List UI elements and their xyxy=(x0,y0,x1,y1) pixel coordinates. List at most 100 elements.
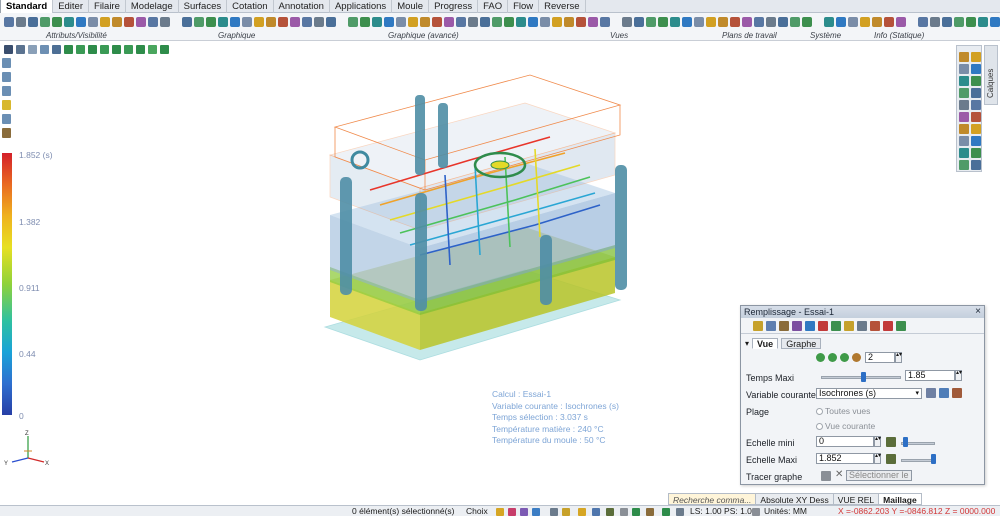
ribbon-tab-editer[interactable]: Editer xyxy=(53,0,90,13)
toolbar-tool-icon[interactable] xyxy=(576,17,586,27)
home-icon[interactable] xyxy=(620,508,628,516)
database-add-icon[interactable] xyxy=(2,86,11,96)
light-icon[interactable] xyxy=(562,508,570,516)
toolbar-tool-icon[interactable] xyxy=(372,17,382,27)
collapse-icon[interactable]: ▾ xyxy=(745,339,749,348)
toolbar-tool-icon[interactable] xyxy=(88,17,98,27)
toolbar-tool-icon[interactable] xyxy=(954,17,964,27)
edit-icon[interactable] xyxy=(952,388,962,398)
tab-vue-rel[interactable]: VUE REL xyxy=(832,493,880,505)
radio-toutes-vues[interactable]: Toutes vues xyxy=(816,406,870,416)
side-tool-icon[interactable] xyxy=(959,136,969,146)
panel-tool-icon[interactable] xyxy=(831,320,841,331)
side-tool-icon[interactable] xyxy=(971,88,981,98)
choice-button[interactable]: Choix xyxy=(466,506,488,516)
toolbar-tool-icon[interactable] xyxy=(670,17,680,27)
view-top-icon[interactable] xyxy=(76,44,85,54)
toolbar-tool-icon[interactable] xyxy=(778,17,788,27)
step-forward-icon[interactable] xyxy=(840,353,849,362)
selectionner-field[interactable]: Sélectionner le xyxy=(846,470,912,481)
echelle-maxi-slider[interactable] xyxy=(931,454,936,464)
toolbar-tool-icon[interactable] xyxy=(160,17,170,27)
toolbar-tool-icon[interactable] xyxy=(4,17,14,27)
eye-icon[interactable] xyxy=(606,508,614,516)
toolbar-tool-icon[interactable] xyxy=(552,17,562,27)
calques-tab[interactable]: Calques xyxy=(984,45,998,105)
ribbon-tab-annotation[interactable]: Annotation xyxy=(274,0,330,13)
toolbar-tool-icon[interactable] xyxy=(432,17,442,27)
ribbon-tab-reverse[interactable]: Reverse xyxy=(539,0,586,13)
toolbar-tool-icon[interactable] xyxy=(646,17,656,27)
toolbar-tool-icon[interactable] xyxy=(528,17,538,27)
pick-icon[interactable] xyxy=(886,437,896,447)
toolbar-tool-icon[interactable] xyxy=(918,17,928,27)
toolbar-tool-icon[interactable] xyxy=(706,17,716,27)
menu-icon[interactable] xyxy=(4,44,13,54)
grid-toggle-icon[interactable] xyxy=(676,508,684,516)
toolbar-tool-icon[interactable] xyxy=(314,17,324,27)
temps-maxi-field[interactable]: 1.85 xyxy=(905,370,955,381)
toolbar-tool-icon[interactable] xyxy=(942,17,952,27)
ribbon-tab-applications[interactable]: Applications xyxy=(330,0,393,13)
model-viewport[interactable] xyxy=(260,65,680,370)
ribbon-tab-modelage[interactable]: Modelage xyxy=(126,0,179,13)
side-tool-icon[interactable] xyxy=(971,148,981,158)
panel-tool-icon[interactable] xyxy=(896,320,906,331)
toolbar-tool-icon[interactable] xyxy=(408,17,418,27)
refresh-icon[interactable] xyxy=(662,508,670,516)
toolbar-tool-icon[interactable] xyxy=(766,17,776,27)
highlight-icon[interactable] xyxy=(2,100,11,110)
panel-tool-icon[interactable] xyxy=(779,320,789,331)
toolbar-tool-icon[interactable] xyxy=(468,17,478,27)
toolbar-tool-icon[interactable] xyxy=(730,17,740,27)
panel-title-bar[interactable]: Remplissage - Essai-1 × xyxy=(741,306,984,318)
command-search-input[interactable]: Recherche comma... xyxy=(668,493,757,505)
side-tool-icon[interactable] xyxy=(971,112,981,122)
view-bottom-icon[interactable] xyxy=(124,44,133,54)
toolbar-tool-icon[interactable] xyxy=(492,17,502,27)
panel-tool-icon[interactable] xyxy=(883,320,893,331)
view-iso3-icon[interactable] xyxy=(160,44,169,54)
toolbar-tool-icon[interactable] xyxy=(600,17,610,27)
variable-courante-select[interactable]: Isochrones (s) ▾ xyxy=(816,388,922,399)
toolbar-tool-icon[interactable] xyxy=(540,17,550,27)
side-tool-icon[interactable] xyxy=(971,64,981,74)
toolbar-tool-icon[interactable] xyxy=(278,17,288,27)
echelle-mini-slider[interactable] xyxy=(903,437,908,447)
toolbar-tool-icon[interactable] xyxy=(266,17,276,27)
toolbar-tool-icon[interactable] xyxy=(124,17,134,27)
box-icon[interactable] xyxy=(632,508,640,516)
side-tool-icon[interactable] xyxy=(959,52,969,62)
layer-icon[interactable] xyxy=(2,58,11,68)
tab-maillage[interactable]: Maillage xyxy=(878,493,922,505)
ribbon-tab-flow[interactable]: Flow xyxy=(508,0,540,13)
toolbar-tool-icon[interactable] xyxy=(848,17,858,27)
play-icon[interactable] xyxy=(828,353,837,362)
toolbar-tool-icon[interactable] xyxy=(516,17,526,27)
toolbar-tool-icon[interactable] xyxy=(148,17,158,27)
toolbar-tool-icon[interactable] xyxy=(634,17,644,27)
view-left-icon[interactable] xyxy=(100,44,109,54)
echelle-mini-stepper[interactable]: ▴▾ xyxy=(874,436,881,447)
panel-tool-icon[interactable] xyxy=(766,320,776,331)
graph-pick-icon[interactable] xyxy=(821,471,831,481)
toolbar-tool-icon[interactable] xyxy=(622,17,632,27)
echelle-maxi-track[interactable] xyxy=(901,459,935,462)
view-iso2-icon[interactable] xyxy=(148,44,157,54)
ribbon-tab-filaire[interactable]: Filaire xyxy=(89,0,126,13)
temps-maxi-stepper[interactable]: ▴▾ xyxy=(955,370,962,381)
toolbar-tool-icon[interactable] xyxy=(718,17,728,27)
ribbon-tab-surfaces[interactable]: Surfaces xyxy=(179,0,228,13)
panel-tool-icon[interactable] xyxy=(753,320,763,331)
toolbar-tool-icon[interactable] xyxy=(742,17,752,27)
palette-icon[interactable] xyxy=(939,388,949,398)
snap-icon[interactable] xyxy=(532,508,540,516)
toolbar-tool-icon[interactable] xyxy=(884,17,894,27)
side-tool-icon[interactable] xyxy=(971,52,981,62)
view-back-icon[interactable] xyxy=(112,44,121,54)
toolbar-tool-icon[interactable] xyxy=(64,17,74,27)
toolbar-tool-icon[interactable] xyxy=(384,17,394,27)
frame-count-field[interactable]: 2 xyxy=(865,352,895,363)
toolbar-tool-icon[interactable] xyxy=(896,17,906,27)
ribbon-tab-progress[interactable]: Progress xyxy=(429,0,479,13)
